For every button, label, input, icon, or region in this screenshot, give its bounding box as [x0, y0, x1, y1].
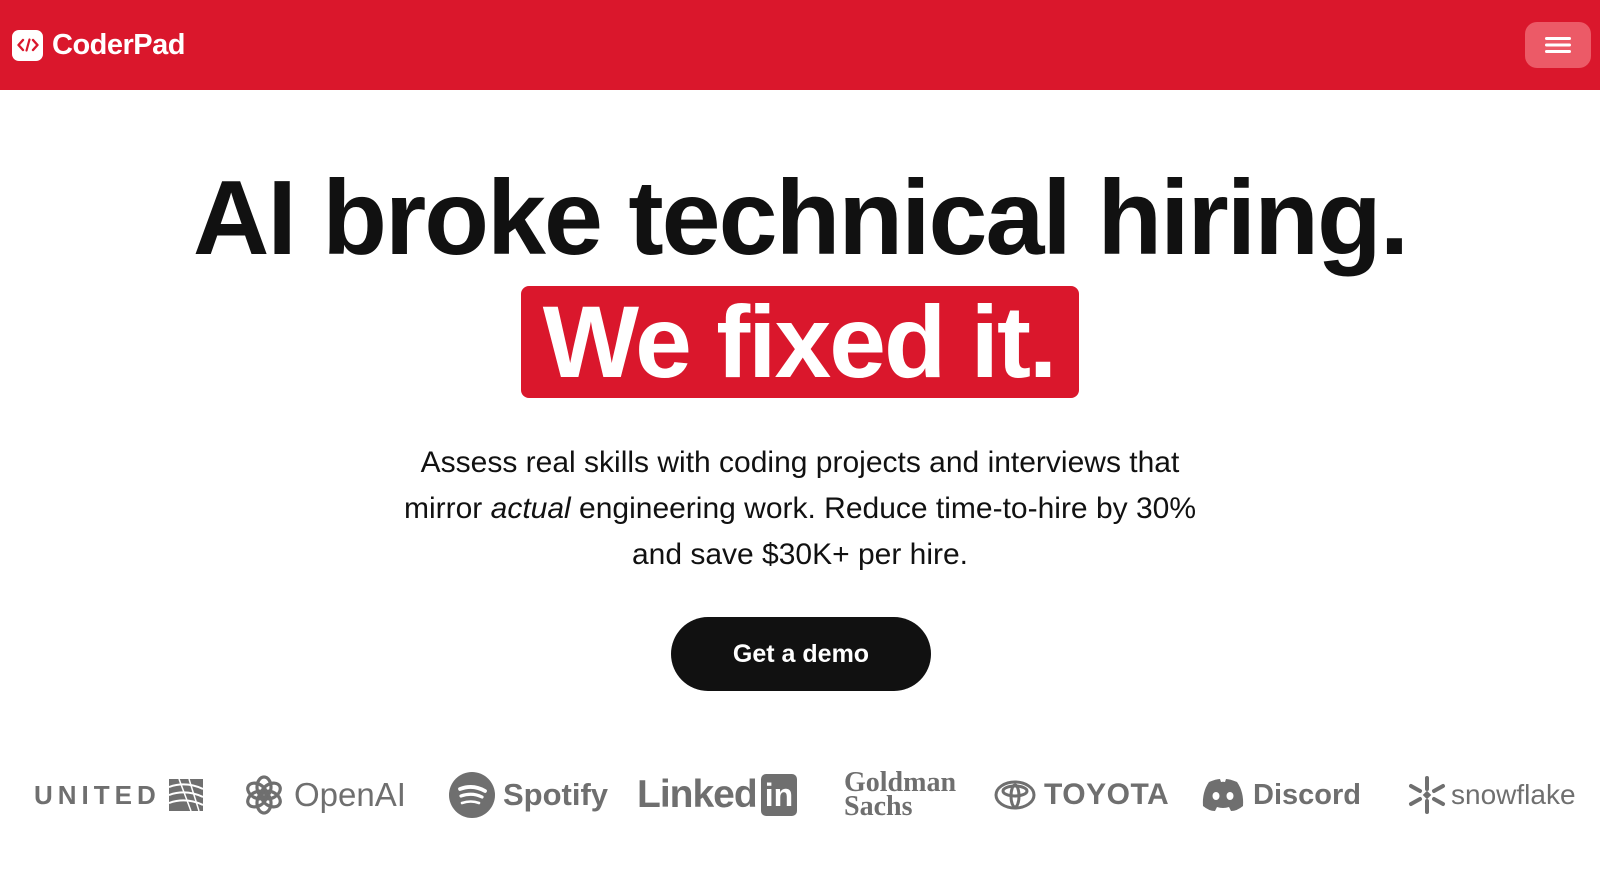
hero-highlight-wrap: We fixed it.	[0, 286, 1600, 398]
customer-logos: UNITED OpenAI Spotify Linked in Goldman …	[0, 765, 1600, 825]
openai-knot-icon	[246, 775, 282, 815]
toyota-emblem-icon	[994, 780, 1036, 810]
menu-button[interactable]	[1525, 22, 1591, 68]
discord-icon	[1202, 779, 1244, 811]
snowflake-logo: snowflake	[1407, 765, 1576, 825]
discord-wordmark: Discord	[1253, 778, 1361, 811]
linkedin-logo: Linked in	[637, 765, 798, 825]
linkedin-in-badge: in	[760, 774, 798, 816]
hero-highlight: We fixed it.	[520, 286, 1080, 398]
spotify-logo: Spotify	[449, 765, 608, 825]
linkedin-wordmark: Linked	[637, 773, 758, 816]
hamburger-menu-icon	[1545, 37, 1571, 53]
united-logo: UNITED	[34, 765, 203, 825]
brand-name: CoderPad	[52, 28, 185, 61]
discord-logo: Discord	[1201, 765, 1361, 825]
united-globe-icon	[168, 779, 203, 811]
toyota-wordmark: TOYOTA	[1044, 778, 1170, 811]
openai-wordmark: OpenAI	[294, 776, 406, 813]
subtext-part-2: engineering work. Reduce time-to-hire by…	[570, 492, 1197, 571]
spotify-wordmark: Spotify	[503, 777, 609, 812]
goldman-line-2: Sachs	[844, 791, 913, 822]
subtext-emphasis: actual	[490, 492, 571, 525]
hero-headline: AI broke technical hiring.	[192, 159, 1409, 277]
top-navbar: CoderPad	[0, 0, 1600, 90]
code-brackets-icon	[12, 29, 43, 61]
toyota-logo: TOYOTA	[994, 765, 1169, 825]
get-demo-button[interactable]: Get a demo	[671, 617, 931, 691]
spotify-icon	[449, 772, 495, 818]
goldman-sachs-logo: Goldman Sachs	[844, 765, 956, 825]
openai-logo: OpenAI	[242, 765, 406, 825]
hero-subtext: Assess real skills with coding projects …	[380, 440, 1220, 578]
coderpad-logo-link[interactable]: CoderPad	[12, 29, 185, 62]
united-wordmark: UNITED	[34, 779, 161, 810]
snowflake-icon	[1409, 776, 1445, 814]
snowflake-wordmark: snowflake	[1451, 779, 1576, 810]
